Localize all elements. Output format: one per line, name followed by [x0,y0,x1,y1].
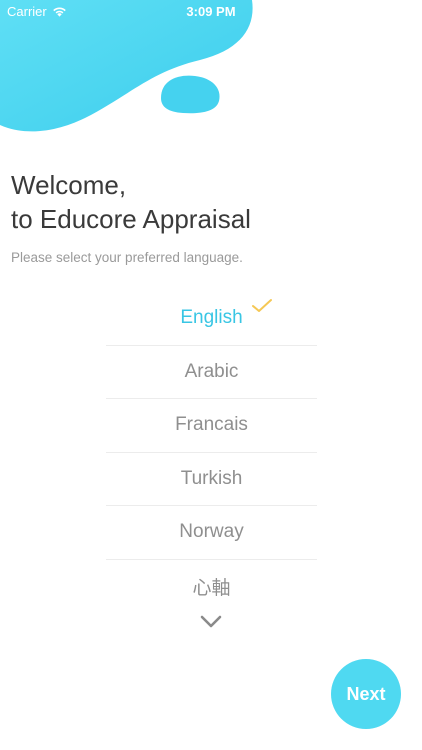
next-button[interactable]: Next [331,659,401,729]
language-label: Arabic [184,360,239,382]
title-line-2: to Educore Appraisal [11,204,251,234]
language-option-arabic[interactable]: Arabic [106,346,317,399]
language-label: Norway [179,521,244,543]
language-option-turkish[interactable]: Turkish [106,453,317,506]
chevron-down-icon[interactable] [199,614,223,630]
language-option-english[interactable]: English [106,292,317,346]
check-icon [251,298,273,314]
page-title: Welcome, to Educore Appraisal [11,168,251,236]
language-label: Turkish [180,467,243,489]
language-selection-screen: Carrier 3:09 PM Welcome, to Educore Appr… [0,0,422,750]
language-label: Francais [175,414,248,436]
language-option-chinese[interactable]: 心軸 [106,560,317,614]
language-list: English Arabic Francais Turkish Norway 心… [106,292,317,613]
language-option-francais[interactable]: Francais [106,399,317,453]
page-subtitle: Please select your preferred language. [11,250,243,265]
language-label: English [180,307,243,329]
status-bar: Carrier 3:09 PM [0,0,422,22]
language-option-norway[interactable]: Norway [106,506,317,560]
status-time: 3:09 PM [186,4,236,19]
title-line-1: Welcome, [11,170,127,200]
language-label: 心軸 [192,577,231,599]
